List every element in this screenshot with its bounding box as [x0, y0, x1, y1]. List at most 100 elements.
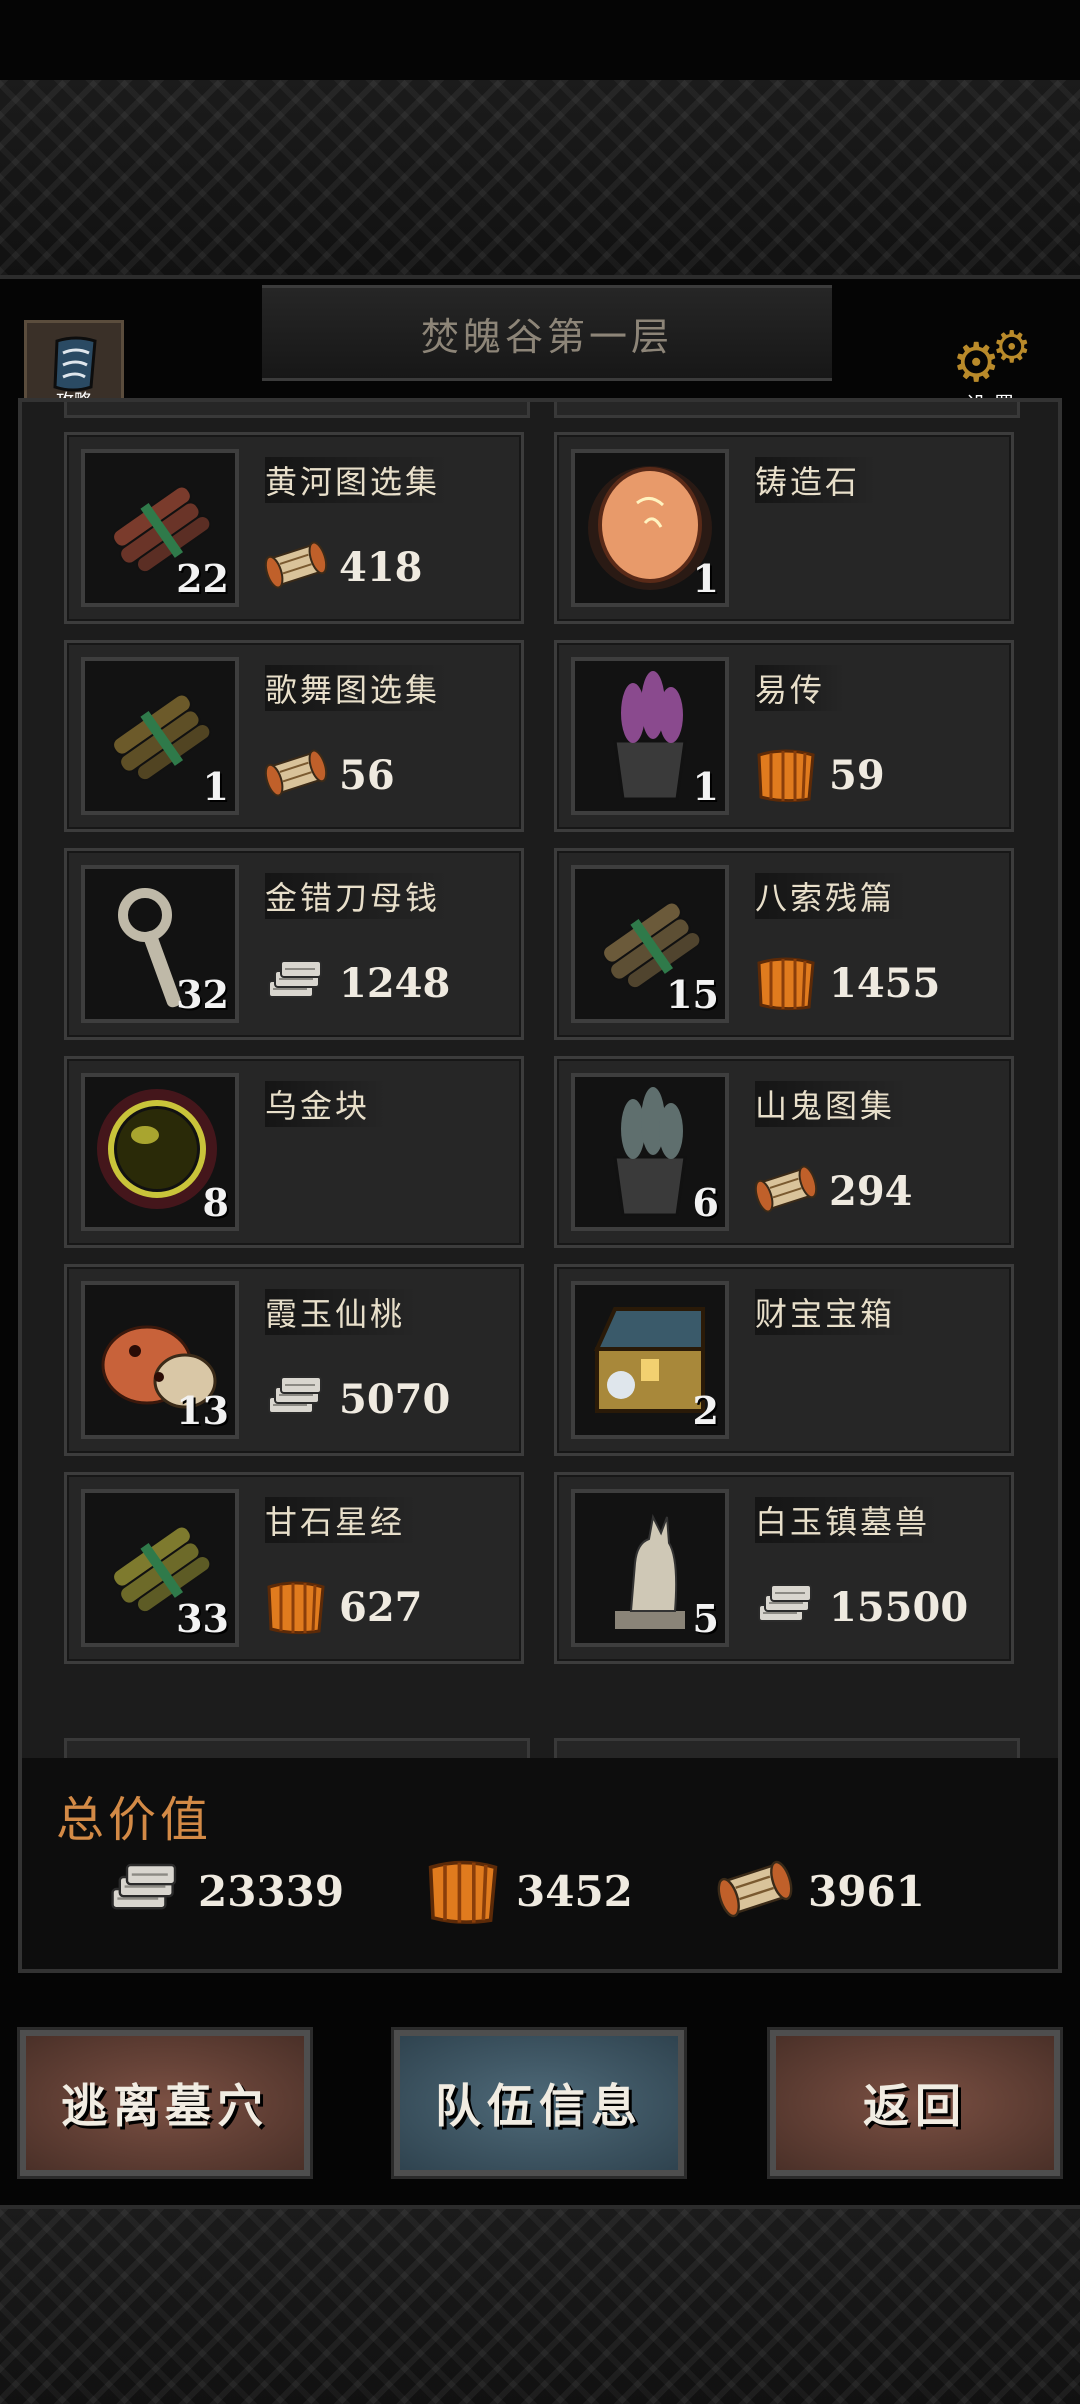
- item-card[interactable]: 15 八索残篇 1455: [554, 848, 1014, 1040]
- loot-panel: 22 黄河图选集 418 1 铸造石 1 歌舞图选集 56 1 易传 59 32 金错刀母钱 1248 15…: [18, 398, 1062, 1973]
- team-info-button[interactable]: 队伍信息: [391, 2027, 687, 2179]
- item-name: 山鬼图集: [755, 1081, 926, 1127]
- item-price: 15500: [753, 1575, 968, 1639]
- scroll-icon: [53, 336, 97, 392]
- item-quantity: 6: [692, 1180, 719, 1225]
- item-card[interactable]: 2 财宝宝箱: [554, 1264, 1014, 1456]
- total-bamboo: 3452: [420, 1853, 633, 1929]
- item-name: 歌舞图选集: [265, 665, 471, 711]
- item-quantity: 33: [176, 1596, 229, 1641]
- item-card[interactable]: 32 金错刀母钱 1248: [64, 848, 524, 1040]
- item-quantity: 1: [692, 764, 719, 809]
- item-quantity: 15: [666, 972, 719, 1017]
- scroll-currency-icon: [263, 743, 329, 807]
- bamboo-currency-icon: [753, 743, 819, 807]
- total-scroll: 3961: [712, 1853, 925, 1929]
- total-silver-value: 23339: [198, 1866, 345, 1916]
- item-price-value: 1455: [829, 959, 941, 1007]
- item-name: 甘石星经: [265, 1497, 436, 1543]
- item-name: 霞玉仙桃: [265, 1289, 436, 1335]
- item-name: 乌金块: [265, 1081, 401, 1127]
- total-value-section: 总价值 23339 3452 3961: [22, 1758, 1058, 1969]
- item-card[interactable]: 1 易传 59: [554, 640, 1014, 832]
- item-image: 22: [81, 449, 239, 607]
- item-image: 1: [571, 449, 729, 607]
- item-grid[interactable]: 22 黄河图选集 418 1 铸造石 1 歌舞图选集 56 1 易传 59 32 金错刀母钱 1248 15…: [22, 402, 1058, 1758]
- silver-currency-icon: [753, 1575, 819, 1639]
- item-price: 56: [263, 743, 395, 807]
- item-price-value: 59: [829, 751, 885, 799]
- item-price: 1455: [753, 951, 940, 1015]
- item-price: 627: [263, 1575, 423, 1639]
- item-price-value: 294: [829, 1167, 913, 1215]
- item-card[interactable]: 8 乌金块: [64, 1056, 524, 1248]
- bamboo-currency-icon: [420, 1853, 506, 1929]
- partial-card-bottom-right: [554, 1738, 1020, 1758]
- item-price-value: 56: [339, 751, 395, 799]
- item-image: 13: [81, 1281, 239, 1439]
- item-quantity: 32: [176, 972, 229, 1017]
- partial-card-bottom-left: [64, 1738, 530, 1758]
- item-name: 易传: [755, 665, 856, 711]
- item-card[interactable]: 5 白玉镇墓兽 15500: [554, 1472, 1014, 1664]
- top-decor-band: [0, 80, 1080, 279]
- scroll-currency-icon: [712, 1853, 798, 1929]
- item-card[interactable]: 22 黄河图选集 418: [64, 432, 524, 624]
- item-name: 白玉镇墓兽: [755, 1497, 961, 1543]
- item-name: 黄河图选集: [265, 457, 471, 503]
- item-price: 5070: [263, 1367, 450, 1431]
- item-name: 八索残篇: [755, 873, 926, 919]
- gear-icon-small: ⚙: [992, 322, 1032, 373]
- item-name: 财宝宝箱: [755, 1289, 926, 1335]
- item-image: 15: [571, 865, 729, 1023]
- partial-card-top-left: [64, 402, 530, 418]
- item-price: 1248: [263, 951, 450, 1015]
- total-value-label: 总价值: [56, 1792, 213, 1848]
- partial-card-top-right: [554, 402, 1020, 418]
- item-card[interactable]: 1 歌舞图选集 56: [64, 640, 524, 832]
- total-scroll-value: 3961: [808, 1866, 925, 1916]
- scroll-currency-icon: [753, 1159, 819, 1223]
- item-image: 32: [81, 865, 239, 1023]
- item-price-value: 418: [339, 543, 423, 591]
- item-image: 2: [571, 1281, 729, 1439]
- bottom-decor-band: [0, 2205, 1080, 2404]
- silver-currency-icon: [263, 951, 329, 1015]
- bamboo-currency-icon: [263, 1575, 329, 1639]
- item-price: 59: [753, 743, 885, 807]
- escape-tomb-button[interactable]: 逃离墓穴: [17, 2027, 313, 2179]
- item-quantity: 13: [176, 1388, 229, 1433]
- item-price: 418: [263, 535, 423, 599]
- item-card[interactable]: 13 霞玉仙桃 5070: [64, 1264, 524, 1456]
- total-bamboo-value: 3452: [516, 1866, 633, 1916]
- item-quantity: 5: [692, 1596, 719, 1641]
- item-quantity: 22: [176, 556, 229, 601]
- item-price-value: 15500: [829, 1583, 969, 1631]
- scroll-currency-icon: [263, 535, 329, 599]
- item-image: 5: [571, 1489, 729, 1647]
- item-card[interactable]: 1 铸造石: [554, 432, 1014, 624]
- bamboo-currency-icon: [753, 951, 819, 1015]
- item-quantity: 2: [692, 1388, 719, 1433]
- item-name: 铸造石: [755, 457, 891, 503]
- silver-currency-icon: [102, 1853, 188, 1929]
- item-price: 294: [753, 1159, 913, 1223]
- item-name: 金错刀母钱: [265, 873, 471, 919]
- item-image: 6: [571, 1073, 729, 1231]
- back-button[interactable]: 返回: [767, 2027, 1063, 2179]
- page-title: 焚魄谷第一层: [262, 285, 832, 381]
- item-price-value: 1248: [339, 959, 451, 1007]
- item-image: 8: [81, 1073, 239, 1231]
- item-price-value: 627: [339, 1583, 423, 1631]
- item-image: 1: [81, 657, 239, 815]
- item-image: 33: [81, 1489, 239, 1647]
- total-silver: 23339: [102, 1853, 344, 1929]
- item-card[interactable]: 6 山鬼图集 294: [554, 1056, 1014, 1248]
- item-quantity: 8: [202, 1180, 229, 1225]
- item-price-value: 5070: [339, 1375, 451, 1423]
- item-image: 1: [571, 657, 729, 815]
- item-quantity: 1: [202, 764, 229, 809]
- item-card[interactable]: 33 甘石星经 627: [64, 1472, 524, 1664]
- item-quantity: 1: [692, 556, 719, 601]
- silver-currency-icon: [263, 1367, 329, 1431]
